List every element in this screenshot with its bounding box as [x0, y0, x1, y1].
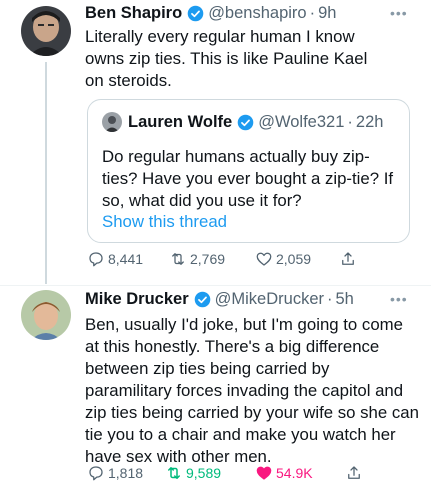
share-button[interactable]	[345, 464, 366, 482]
retweet-count: 9,589	[186, 465, 222, 481]
like-count: 2,059	[276, 251, 312, 267]
quoted-tweet-text: Do regular humans actually buy zip-ties?…	[102, 147, 394, 210]
quoted-author-handle[interactable]: @Wolfe321	[258, 113, 344, 132]
reply-count: 8,441	[108, 251, 144, 267]
verified-badge-icon	[237, 114, 254, 131]
quoted-tweet-header: Lauren Wolfe @Wolfe321 · 22h	[102, 112, 383, 132]
avatar-ben-shapiro[interactable]	[21, 6, 71, 56]
share-button[interactable]	[339, 250, 360, 268]
quoted-timestamp[interactable]: 22h	[356, 113, 384, 132]
tweet-mike-drucker[interactable]: Mike Drucker @MikeDrucker · 5h ••• Ben, …	[0, 286, 431, 500]
tweet-timestamp[interactable]: 9h	[318, 4, 336, 23]
like-button[interactable]: 54.9K	[255, 464, 345, 482]
like-count: 54.9K	[276, 465, 313, 481]
share-icon	[348, 466, 360, 479]
heart-icon	[256, 466, 272, 480]
author-name[interactable]: Mike Drucker	[85, 290, 189, 309]
like-button[interactable]: 2,059	[255, 250, 339, 268]
retweet-icon	[168, 467, 180, 479]
verified-badge-icon	[194, 291, 211, 308]
tweet2-actions: 1,818 9,589 54.9K	[87, 464, 366, 482]
avatar-mike-drucker[interactable]	[21, 290, 71, 340]
separator-dot: ·	[309, 4, 316, 22]
more-icon[interactable]: •••	[390, 5, 408, 21]
tweet-text: Ben, usually I'd joke, but I'm going to …	[85, 315, 419, 466]
tweet-text: Literally every regular human I know own…	[85, 27, 368, 90]
thread-connector-line	[45, 62, 47, 284]
reply-button[interactable]: 8,441	[87, 250, 169, 268]
verified-badge-icon	[187, 5, 204, 22]
reply-count: 1,818	[108, 465, 144, 481]
tweet1-actions: 8,441 2,769 2,059	[87, 250, 360, 268]
more-icon[interactable]: •••	[390, 291, 408, 307]
retweet-button[interactable]: 9,589	[165, 464, 255, 482]
author-name[interactable]: Ben Shapiro	[85, 4, 182, 23]
show-thread-link[interactable]: Show this thread	[102, 212, 227, 232]
retweet-icon	[172, 253, 184, 265]
quoted-author-name[interactable]: Lauren Wolfe	[128, 113, 232, 132]
tweet-timestamp[interactable]: 5h	[336, 290, 354, 309]
retweet-button[interactable]: 2,769	[169, 250, 255, 268]
heart-icon	[256, 252, 272, 266]
retweet-count: 2,769	[190, 251, 226, 267]
reply-button[interactable]: 1,818	[87, 464, 165, 482]
reply-icon	[89, 466, 103, 481]
avatar-lauren-wolfe[interactable]	[102, 112, 122, 132]
share-icon	[342, 252, 354, 265]
reply-icon	[89, 252, 103, 267]
tweet1-header: Ben Shapiro @benshapiro · 9h	[85, 4, 336, 23]
author-handle[interactable]: @MikeDrucker	[215, 290, 324, 309]
tweet2-header: Mike Drucker @MikeDrucker · 5h	[85, 290, 354, 309]
tweet-ben-shapiro[interactable]: Ben Shapiro @benshapiro · 9h ••• Literal…	[0, 0, 431, 285]
separator-dot: ·	[347, 112, 353, 131]
author-handle[interactable]: @benshapiro	[208, 4, 306, 23]
separator-dot: ·	[327, 290, 333, 308]
quoted-tweet[interactable]: Lauren Wolfe @Wolfe321 · 22h Do regular …	[87, 99, 410, 243]
